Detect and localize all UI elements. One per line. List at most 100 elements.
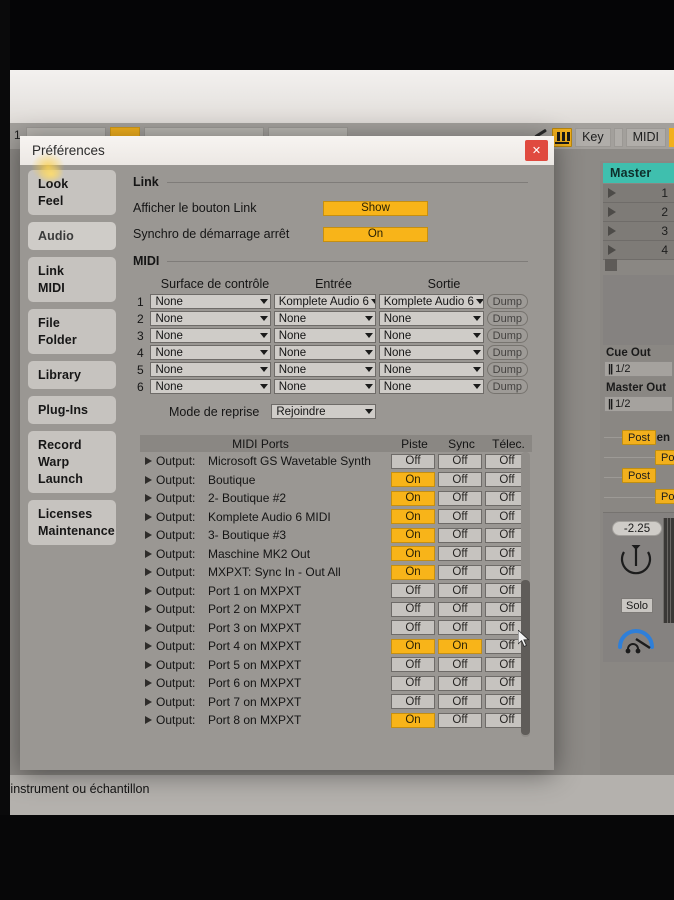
sidebar-item-launch[interactable]: Launch (28, 470, 116, 487)
control-surface-select[interactable]: None (150, 379, 271, 394)
port-toggle[interactable]: On (391, 509, 435, 525)
expand-triangle-icon[interactable] (140, 568, 156, 577)
midi-input-select[interactable]: None (273, 362, 376, 377)
expand-triangle-icon[interactable] (140, 475, 156, 484)
scene-row-4[interactable]: 4 (603, 241, 674, 260)
sidebar-item-file[interactable]: File (28, 314, 116, 331)
sidebar-item-audio[interactable]: Audio (28, 227, 116, 244)
takeover-mode-select[interactable]: Rejoindre (271, 404, 377, 419)
dump-button[interactable]: Dump (486, 328, 528, 343)
dump-button[interactable]: Dump (486, 362, 528, 377)
expand-triangle-icon[interactable] (140, 531, 156, 540)
sidebar-item-maintenance[interactable]: Maintenance (28, 522, 116, 539)
play-triangle-icon[interactable] (608, 207, 616, 217)
headphone-knob-icon[interactable] (614, 617, 658, 657)
pan-knob-icon[interactable] (618, 542, 654, 576)
port-toggle[interactable]: Off (438, 657, 482, 673)
port-toggle[interactable]: On (391, 490, 435, 506)
port-toggle[interactable]: Off (438, 675, 482, 691)
dump-button[interactable]: Dump (486, 311, 528, 326)
dialog-titlebar[interactable]: Préférences ✕ (20, 136, 554, 165)
control-surface-select[interactable]: None (150, 328, 271, 343)
sidebar-item-warp[interactable]: Warp (28, 453, 116, 470)
midi-output-select[interactable]: None (378, 345, 484, 360)
port-toggle[interactable]: On (438, 638, 482, 654)
midi-output-select[interactable]: Komplete Audio 6 (378, 294, 484, 309)
control-surface-select[interactable]: None (150, 345, 271, 360)
port-toggle[interactable]: Off (438, 509, 482, 525)
piano-keys-icon[interactable] (552, 127, 573, 147)
send-post-button-1[interactable]: Post (622, 430, 657, 445)
sidebar-group-file-folder[interactable]: File Folder (28, 309, 116, 354)
sidebar-item-midi[interactable]: MIDI (28, 279, 116, 296)
midi-output-select[interactable]: None (378, 328, 484, 343)
sidebar-group-library[interactable]: Library (28, 361, 116, 389)
scene-row-1[interactable]: 1 (603, 184, 674, 203)
port-toggle[interactable]: Off (438, 546, 482, 562)
port-toggle[interactable]: Off (438, 620, 482, 636)
expand-triangle-icon[interactable] (140, 586, 156, 595)
midi-output-select[interactable]: None (378, 379, 484, 394)
port-toggle[interactable]: Off (438, 490, 482, 506)
port-toggle[interactable]: On (391, 712, 435, 728)
sidebar-item-folder[interactable]: Folder (28, 331, 116, 348)
expand-triangle-icon[interactable] (140, 642, 156, 651)
solo-button[interactable]: Solo (621, 598, 653, 613)
show-link-toggle[interactable]: Show (323, 200, 428, 216)
master-out-selector[interactable]: || 1/2 (604, 396, 673, 412)
port-toggle[interactable]: Off (391, 583, 435, 599)
close-icon[interactable]: ✕ (525, 140, 548, 161)
sidebar-group-plugins[interactable]: Plug-Ins (28, 396, 116, 424)
control-surface-select[interactable]: None (150, 294, 271, 309)
dump-button[interactable]: Dump (486, 294, 528, 309)
port-toggle[interactable]: On (391, 527, 435, 543)
port-toggle[interactable]: On (391, 472, 435, 488)
control-surface-select[interactable]: None (150, 311, 271, 326)
port-toggle[interactable]: Off (438, 472, 482, 488)
cue-out-selector[interactable]: || 1/2 (604, 361, 673, 377)
sidebar-item-plug-ins[interactable]: Plug-Ins (28, 401, 116, 418)
port-toggle[interactable]: Off (391, 453, 435, 469)
sidebar-group-record-warp-launch[interactable]: Record Warp Launch (28, 431, 116, 493)
port-toggle[interactable]: Off (438, 583, 482, 599)
midi-input-select[interactable]: Komplete Audio 6 (273, 294, 376, 309)
stop-square-icon[interactable] (605, 259, 617, 271)
dump-button[interactable]: Dump (486, 379, 528, 394)
port-toggle[interactable]: Off (438, 694, 482, 710)
midi-input-select[interactable]: None (273, 311, 376, 326)
expand-triangle-icon[interactable] (140, 697, 156, 706)
port-toggle[interactable]: Off (438, 564, 482, 580)
ports-scrollbar[interactable] (521, 452, 530, 737)
sidebar-item-licenses[interactable]: Licenses (28, 505, 116, 522)
dump-button[interactable]: Dump (486, 345, 528, 360)
midi-output-select[interactable]: None (378, 311, 484, 326)
expand-triangle-icon[interactable] (140, 623, 156, 632)
port-toggle[interactable]: Off (438, 527, 482, 543)
key-map-button[interactable]: Key (575, 127, 611, 147)
expand-triangle-icon[interactable] (140, 660, 156, 669)
sidebar-item-library[interactable]: Library (28, 366, 116, 383)
ports-scrollbar-thumb[interactable] (521, 580, 530, 735)
midi-input-select[interactable]: None (273, 345, 376, 360)
port-toggle[interactable]: On (391, 638, 435, 654)
port-toggle[interactable]: Off (391, 694, 435, 710)
port-toggle[interactable]: Off (438, 712, 482, 728)
send-post-button-3[interactable]: Post (622, 468, 657, 483)
play-triangle-icon[interactable] (608, 188, 616, 198)
expand-triangle-icon[interactable] (140, 457, 156, 466)
sidebar-item-link[interactable]: Link (28, 262, 116, 279)
midi-input-select[interactable]: None (273, 328, 376, 343)
control-surface-select[interactable]: None (150, 362, 271, 377)
sidebar-group-look-feel[interactable]: Look Feel (28, 170, 116, 215)
sidebar-group-audio[interactable]: Audio (28, 222, 116, 250)
expand-triangle-icon[interactable] (140, 549, 156, 558)
sidebar-item-feel[interactable]: Feel (28, 192, 116, 209)
send-post-button-4[interactable]: Po (655, 489, 674, 504)
scene-row-3[interactable]: 3 (603, 222, 674, 241)
play-triangle-icon[interactable] (608, 245, 616, 255)
port-toggle[interactable]: On (391, 564, 435, 580)
midi-input-select[interactable]: None (273, 379, 376, 394)
volume-value[interactable]: -2.25 (612, 521, 662, 536)
expand-triangle-icon[interactable] (140, 494, 156, 503)
start-stop-sync-toggle[interactable]: On (323, 226, 428, 242)
